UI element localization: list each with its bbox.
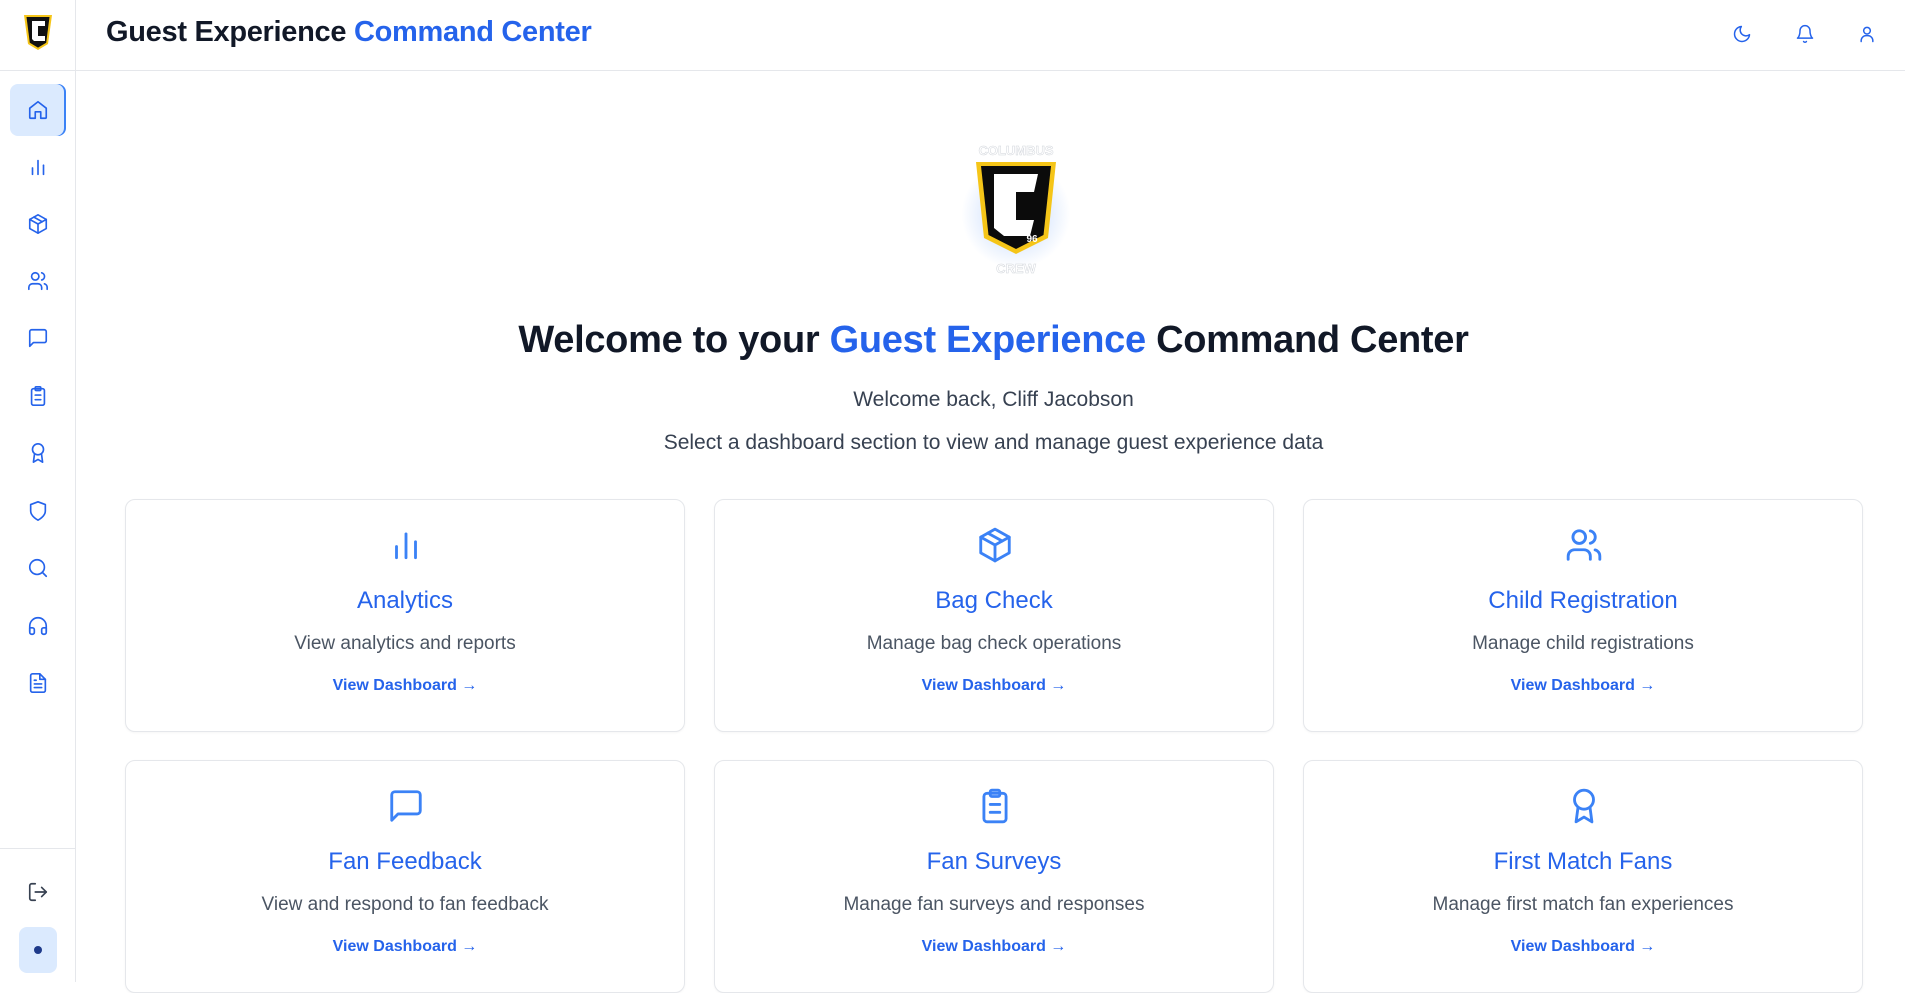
logo-number: 96 (1026, 234, 1038, 245)
notifications-button[interactable] (1789, 18, 1821, 50)
app-title-accent: Command Center (353, 16, 592, 48)
clipboard-icon (982, 788, 1008, 824)
card-description: View and respond to fan feedback (261, 894, 549, 915)
package-icon (979, 527, 1011, 563)
card-title: Child Registration (1488, 587, 1678, 614)
card-title: Fan Surveys (926, 848, 1062, 875)
view-dashboard-link[interactable]: View Dashboard → (1304, 677, 1862, 695)
card-bag-check[interactable]: Bag Check Manage bag check operations Vi… (714, 499, 1274, 732)
package-icon (28, 214, 48, 234)
sidebar-item-child-registration[interactable] (10, 255, 66, 307)
award-icon (1573, 788, 1595, 824)
card-analytics[interactable]: Analytics View analytics and reports Vie… (125, 499, 685, 732)
sidebar-item-analytics[interactable] (10, 141, 66, 193)
users-icon (1566, 529, 1602, 561)
card-fan-feedback[interactable]: Fan Feedback View and respond to fan fee… (125, 760, 685, 993)
card-title: First Match Fans (1493, 848, 1673, 875)
welcome-subtitle: Select a dashboard section to view and m… (663, 431, 1324, 454)
card-title: Bag Check (935, 587, 1053, 614)
card-description: Manage fan surveys and responses (843, 894, 1145, 915)
logo-text-top: COLUMBUS (978, 143, 1053, 158)
users-icon (28, 271, 48, 291)
card-title: Analytics (356, 587, 454, 614)
view-dashboard-link[interactable]: View Dashboard → (126, 677, 684, 695)
logout-icon (28, 882, 48, 902)
user-icon (1860, 26, 1874, 43)
message-icon (28, 328, 48, 348)
sidebar-item-fan-feedback[interactable] (10, 312, 66, 364)
card-description: Manage child registrations (1472, 633, 1694, 654)
sidebar-item-home[interactable] (10, 84, 66, 136)
sidebar-item-fan-surveys[interactable] (10, 370, 66, 422)
view-dashboard-link[interactable]: View Dashboard → (126, 938, 684, 956)
theme-toggle-button[interactable] (1726, 18, 1758, 50)
welcome-heading: Welcome to your Guest Experience Command… (76, 319, 1905, 362)
bell-icon (1796, 24, 1814, 44)
crew-logo-icon[interactable] (20, 12, 56, 52)
logout-button[interactable] (10, 866, 66, 918)
welcome-heading-accent: Guest Experience (829, 319, 1147, 361)
home-icon (28, 100, 48, 120)
profile-button[interactable] (1851, 18, 1883, 50)
card-first-match-fans[interactable]: First Match Fans Manage first match fan … (1303, 760, 1863, 993)
card-description: View analytics and reports (294, 633, 516, 654)
sidebar-item-search[interactable] (10, 542, 66, 594)
view-dashboard-link[interactable]: View Dashboard → (1304, 938, 1862, 956)
sidebar (0, 0, 76, 982)
card-description: Manage first match fan experiences (1432, 894, 1734, 915)
card-fan-surveys[interactable]: Fan Surveys Manage fan surveys and respo… (714, 760, 1274, 993)
card-description: Manage bag check operations (866, 633, 1122, 654)
search-icon (28, 558, 48, 578)
app-title-prefix: Guest Experience (106, 16, 347, 48)
headphones-icon (28, 617, 48, 636)
bar-chart-icon (395, 532, 417, 560)
header: Guest Experience Command Center (76, 0, 1905, 71)
card-child-registration[interactable]: Child Registration Manage child registra… (1303, 499, 1863, 732)
sidebar-item-first-match-fans[interactable] (10, 427, 66, 479)
sidebar-divider (0, 70, 76, 71)
view-dashboard-link[interactable]: View Dashboard → (715, 938, 1273, 956)
sidebar-item-bag-check[interactable] (10, 198, 66, 250)
award-icon (31, 443, 45, 463)
welcome-heading-prefix: Welcome to your (518, 319, 830, 361)
file-text-icon (29, 673, 47, 693)
status-dot-icon (34, 946, 42, 954)
app-title: Guest Experience Command Center (106, 16, 592, 49)
sidebar-item-support[interactable] (10, 600, 66, 652)
sidebar-item-documents[interactable] (10, 657, 66, 709)
sidebar-divider (0, 848, 76, 849)
view-dashboard-link[interactable]: View Dashboard → (715, 677, 1273, 695)
moon-icon (1733, 25, 1751, 43)
welcome-heading-suffix: Command Center (1145, 319, 1469, 361)
card-title: Fan Feedback (328, 848, 482, 875)
columbus-crew-logo: COLUMBUS 96 CREW (976, 143, 1056, 276)
main-content: COLUMBUS 96 CREW Welcome to your Guest E… (76, 71, 1905, 993)
clipboard-icon (30, 386, 46, 406)
shield-icon (29, 501, 47, 521)
bar-chart-icon (31, 159, 45, 176)
sidebar-item-security[interactable] (10, 485, 66, 537)
welcome-user-line: Welcome back, Cliff Jacobson (853, 388, 1134, 411)
logo-text-bottom: CREW (996, 261, 1036, 276)
message-icon (390, 790, 422, 822)
status-indicator[interactable] (19, 927, 57, 973)
